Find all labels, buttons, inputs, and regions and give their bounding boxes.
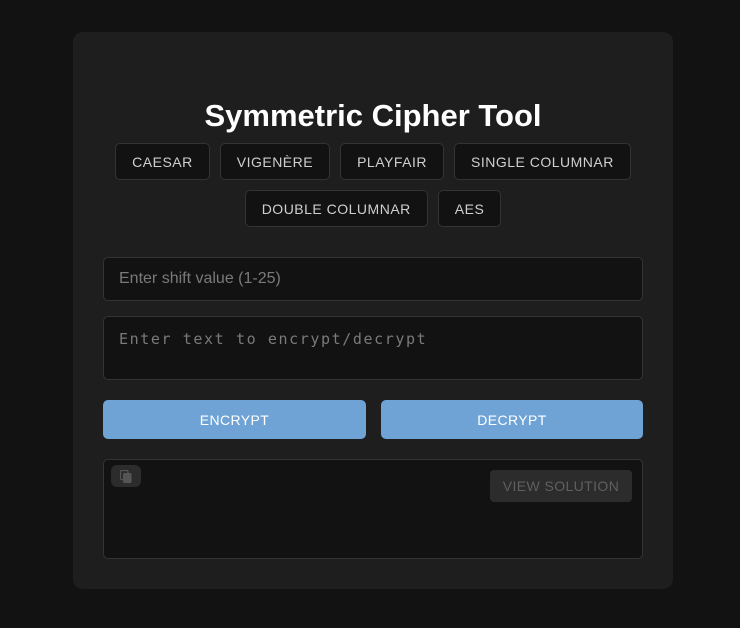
output-box: VIEW SOLUTION xyxy=(103,459,643,559)
text-input[interactable] xyxy=(103,316,643,380)
tab-vigenere[interactable]: VIGENÈRE xyxy=(219,143,331,180)
decrypt-button[interactable]: DECRYPT xyxy=(381,400,643,439)
view-solution-button[interactable]: VIEW SOLUTION xyxy=(490,470,632,502)
shift-value-input[interactable] xyxy=(103,257,643,301)
encrypt-button[interactable]: ENCRYPT xyxy=(103,400,366,439)
tab-aes[interactable]: AES xyxy=(437,190,502,227)
page-title: Symmetric Cipher Tool xyxy=(204,98,542,133)
cipher-tabs: CAESAR VIGENÈRE PLAYFAIR SINGLE COLUMNAR… xyxy=(113,143,633,227)
tab-double-columnar[interactable]: DOUBLE COLUMNAR xyxy=(244,190,428,227)
tab-playfair[interactable]: PLAYFAIR xyxy=(340,143,444,180)
copy-icon xyxy=(120,469,132,483)
tab-single-columnar[interactable]: SINGLE COLUMNAR xyxy=(453,143,631,180)
tab-caesar[interactable]: CAESAR xyxy=(115,143,210,180)
copy-button[interactable] xyxy=(111,465,141,487)
cipher-card: Symmetric Cipher Tool CAESAR VIGENÈRE PL… xyxy=(73,32,673,589)
